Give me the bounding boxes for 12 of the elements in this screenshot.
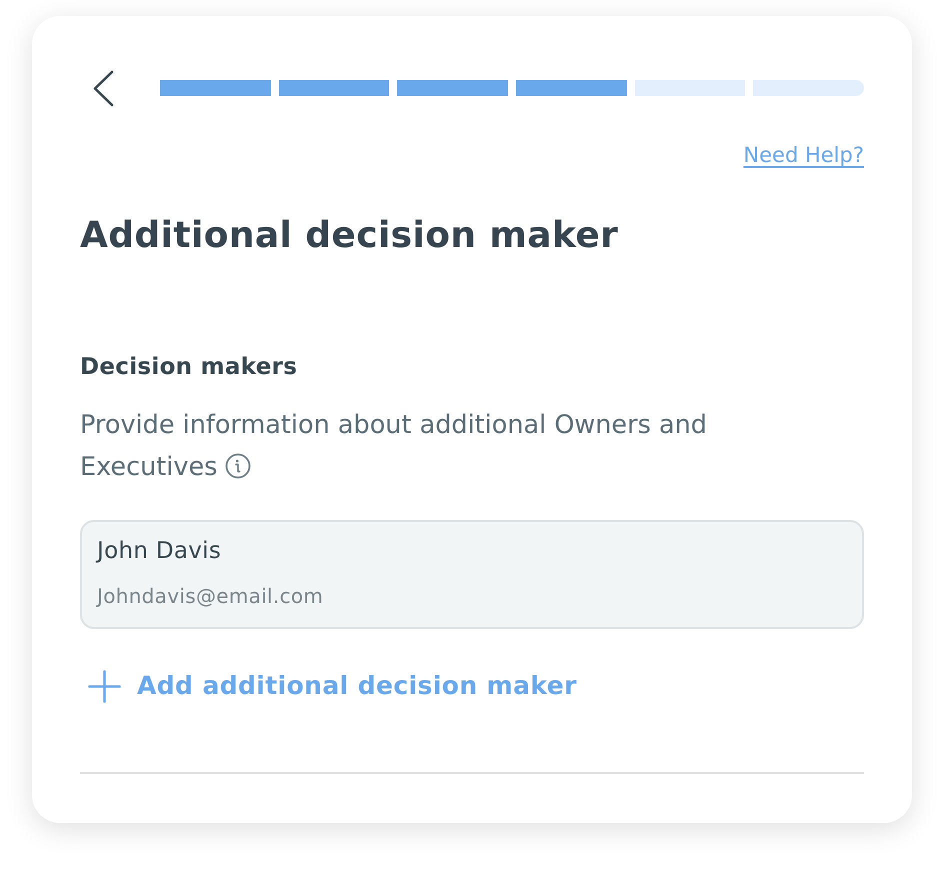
need-help-link[interactable]: Need Help?: [743, 141, 864, 169]
page-title: Additional decision maker: [80, 214, 618, 258]
chevron-left-icon: [93, 70, 114, 106]
info-icon[interactable]: [225, 453, 252, 479]
back-button[interactable]: [93, 70, 114, 106]
decision-maker-name: John Davis: [97, 537, 222, 566]
section-heading: Decision makers: [80, 353, 298, 382]
section-description: Provide information about additional Owners and Executives: [80, 409, 708, 484]
add-decision-maker-button[interactable]: Add additional decision maker: [80, 668, 577, 704]
decision-maker-card[interactable]: John Davis Johndavis@email.com: [80, 520, 864, 629]
decision-maker-email: Johndavis@email.com: [97, 583, 324, 610]
plus-icon: [88, 670, 121, 702]
